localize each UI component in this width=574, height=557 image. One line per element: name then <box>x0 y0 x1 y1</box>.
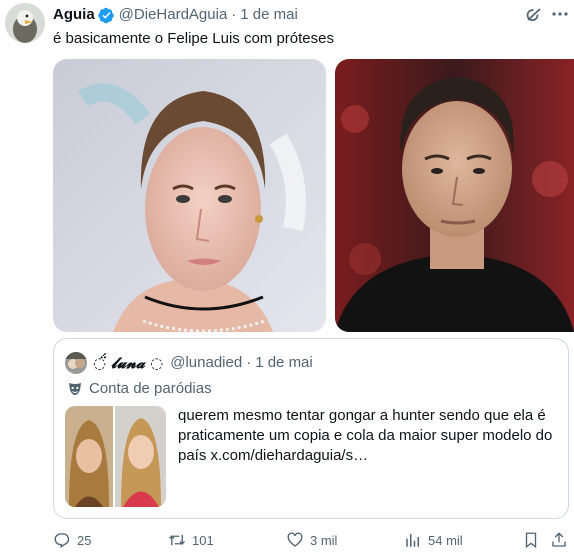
parody-label: Conta de paródias <box>67 380 212 397</box>
more-icon[interactable] <box>550 4 570 24</box>
tweet-media <box>53 59 574 332</box>
retweet-count: 101 <box>192 532 214 548</box>
parody-icon <box>67 381 83 397</box>
reply-button[interactable]: 25 <box>53 531 91 549</box>
tweet-actions: 25 101 3 mil 54 mil <box>53 531 574 555</box>
quote-media[interactable] <box>65 406 166 507</box>
author-name[interactable]: Aguia <box>53 6 95 24</box>
photo-woman[interactable] <box>53 59 326 332</box>
quote-author-handle[interactable]: @lunadied <box>170 354 242 372</box>
retweet-icon <box>169 534 185 546</box>
quote-avatar[interactable] <box>65 352 87 374</box>
reply-icon <box>54 533 70 549</box>
share-icon <box>552 532 566 547</box>
retweet-button[interactable]: 101 <box>168 531 214 549</box>
views-icon <box>406 534 419 547</box>
like-count: 3 mil <box>310 532 338 548</box>
quote-header: ◌̈́ 𝓵𝓾𝓷𝓪 ◌ @lunadied · 1 de mai <box>93 354 313 372</box>
like-icon <box>287 532 303 547</box>
quoted-tweet[interactable]: ◌̈́ 𝓵𝓾𝓷𝓪 ◌ @lunadied · 1 de mai Conta de… <box>53 338 569 519</box>
reply-count: 25 <box>77 532 92 548</box>
quote-date[interactable]: 1 de mai <box>255 354 313 372</box>
tweet-text: é basicamente o Felipe Luis com próteses <box>53 30 334 47</box>
quote-text: querem mesmo tentar gongar a hunter send… <box>178 407 553 464</box>
views-button[interactable]: 54 mil <box>404 531 463 549</box>
tweet-header: Aguia @DieHardAguia · 1 de mai <box>53 6 298 24</box>
share-button[interactable] <box>550 531 568 549</box>
views-count: 54 mil <box>428 532 463 548</box>
bookmark-icon <box>525 532 537 549</box>
verified-icon <box>97 7 115 24</box>
parody-label-text: Conta de paródias <box>89 380 212 397</box>
author-handle[interactable]: @DieHardAguia <box>119 6 228 24</box>
bookmark-button[interactable] <box>522 531 540 549</box>
quote-author-name[interactable]: ◌̈́ 𝓵𝓾𝓷𝓪 ◌ <box>93 354 163 372</box>
tweet-date[interactable]: 1 de mai <box>240 6 298 24</box>
quote-separator: · <box>246 354 252 371</box>
separator: · <box>231 6 237 23</box>
photo-man[interactable] <box>335 59 574 332</box>
author-avatar[interactable] <box>5 3 45 43</box>
like-button[interactable]: 3 mil <box>286 531 337 549</box>
grok-icon[interactable] <box>524 5 544 25</box>
